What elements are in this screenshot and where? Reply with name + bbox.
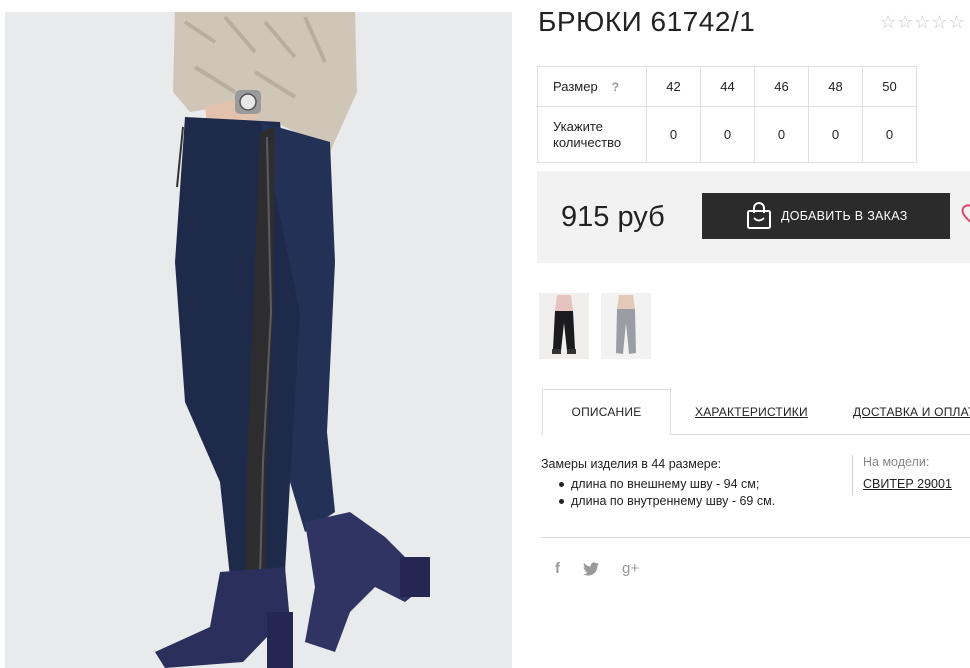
star-icon[interactable]: ☆ (949, 12, 965, 32)
add-to-order-button[interactable]: ДОБАВИТЬ В ЗАКАЗ (702, 193, 950, 239)
info-tabs: ОПИСАНИЕ ХАРАКТЕРИСТИКИ ДОСТАВКА И ОПЛАТ… (541, 389, 970, 435)
social-share: f g+ (555, 560, 639, 577)
twitter-icon[interactable] (583, 561, 599, 576)
star-icon[interactable]: ☆ (914, 12, 930, 32)
size-cell: 42 (646, 66, 701, 107)
size-row: Размер? 42 44 46 48 50 (537, 66, 917, 107)
heart-icon[interactable] (961, 203, 970, 227)
thumbnail-grey-pants[interactable] (601, 293, 651, 359)
quantity-input[interactable]: 0 (862, 106, 917, 163)
list-item: длина по внутреннему шву - 69 см. (541, 493, 775, 510)
model-label: На модели: (863, 455, 930, 469)
product-title: БРЮКИ 61742/1 (538, 6, 756, 37)
description-intro: Замеры изделия в 44 размере: (541, 457, 722, 471)
add-to-order-label: ДОБАВИТЬ В ЗАКАЗ (781, 209, 908, 223)
quantity-input[interactable]: 0 (754, 106, 809, 163)
size-cell: 50 (862, 66, 917, 107)
google-plus-icon[interactable]: g+ (622, 560, 639, 577)
quantity-input[interactable]: 0 (646, 106, 701, 163)
model-sweater-link[interactable]: СВИТЕР 29001 (863, 477, 952, 491)
size-cell: 46 (754, 66, 809, 107)
size-label: Размер (553, 78, 598, 94)
model-wearing: На модели: СВИТЕР 29001 (852, 455, 952, 495)
quantity-input[interactable]: 0 (808, 106, 863, 163)
product-main-photo[interactable] (5, 12, 512, 668)
star-icon[interactable]: ☆ (931, 12, 947, 32)
price: 915 руб (561, 201, 665, 233)
star-icon[interactable]: ☆ (897, 12, 913, 32)
size-quantity-table: Размер? 42 44 46 48 50 Укажите количеств… (537, 66, 917, 163)
size-cell: 44 (700, 66, 755, 107)
tab-delivery-payment[interactable]: ДОСТАВКА И ОПЛАТА (853, 389, 970, 435)
rating-stars[interactable]: ☆ ☆ ☆ ☆ ☆ (880, 12, 965, 32)
description: Замеры изделия в 44 размере: длина по вн… (541, 457, 775, 510)
divider (541, 537, 970, 538)
shopping-bag-icon (747, 202, 771, 229)
tab-characteristics[interactable]: ХАРАКТЕРИСТИКИ (695, 389, 808, 435)
list-item: длина по внешнему шву - 94 см; (541, 476, 775, 493)
star-icon[interactable]: ☆ (880, 12, 896, 32)
help-icon[interactable]: ? (612, 80, 619, 94)
facebook-icon[interactable]: f (555, 560, 560, 577)
tab-description[interactable]: ОПИСАНИЕ (542, 389, 671, 435)
quantity-input[interactable]: 0 (700, 106, 755, 163)
purchase-panel: 915 руб ДОБАВИТЬ В ЗАКАЗ (537, 171, 970, 263)
size-label-cell: Размер? (537, 66, 647, 107)
quantity-row: Укажите количество 0 0 0 0 0 (537, 106, 917, 163)
measurements-list: длина по внешнему шву - 94 см; длина по … (541, 476, 775, 510)
size-cell: 48 (808, 66, 863, 107)
quantity-label: Укажите количество (537, 106, 647, 163)
thumbnail-black-pants[interactable] (539, 293, 589, 359)
